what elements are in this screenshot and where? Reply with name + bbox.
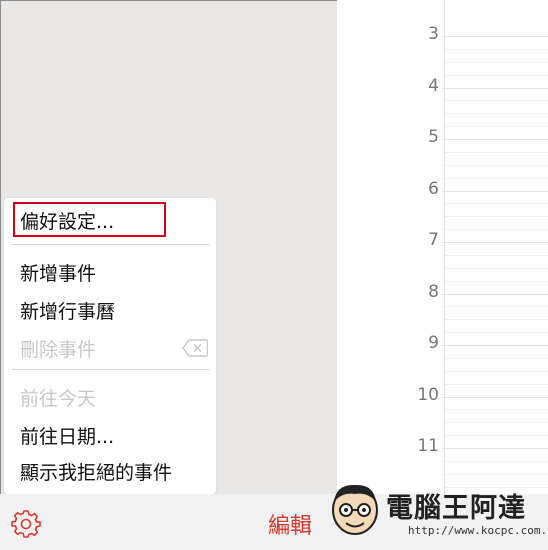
calendar-day-view[interactable]: 3 4 5 6 7 8 9 10 11 (337, 0, 548, 550)
quarter-hour-gridline (445, 164, 548, 166)
quarter-hour-gridline (445, 203, 548, 205)
hour-label: 8 (428, 281, 439, 302)
quarter-hour-gridline (445, 460, 548, 462)
quarter-hour-gridline (445, 254, 548, 256)
quarter-hour-gridline (445, 280, 548, 282)
watermark-url: http://www.kocpc.com.tw (408, 524, 548, 537)
hour-label: 6 (428, 178, 439, 199)
watermark-logo: 電腦王阿達 http://www.kocpc.com.tw (328, 480, 548, 544)
quarter-hour-gridline (445, 435, 548, 437)
quarter-hour-gridline (445, 267, 548, 269)
quarter-hour-gridline (445, 229, 548, 231)
menu-separator (12, 244, 210, 245)
hour-label: 10 (417, 384, 439, 405)
quarter-hour-gridline (445, 370, 548, 372)
hour-label: 11 (417, 436, 439, 456)
hour-label: 7 (428, 230, 439, 250)
quarter-hour-gridline (445, 113, 548, 115)
hour-label: 5 (428, 127, 439, 147)
menu-item-new-calendar[interactable]: 新增行事曆 (20, 297, 115, 324)
edit-button[interactable]: 編輯 (268, 508, 312, 540)
time-gutter-line (444, 0, 445, 550)
quarter-hour-gridline (445, 177, 548, 179)
quarter-hour-gridline (445, 100, 548, 102)
menu-item-delete-event: 刪除事件 (20, 339, 97, 361)
menu-item-go-date[interactable]: 前往日期... (20, 422, 114, 449)
quarter-hour-gridline (445, 383, 548, 385)
menu-item-go-today: 前往今天 (20, 388, 97, 410)
hour-gridline (442, 36, 548, 37)
hour-gridline (442, 293, 548, 295)
hour-gridline (442, 345, 548, 346)
quarter-hour-gridline (445, 319, 548, 321)
menu-item-preferences[interactable]: 偏好設定... (20, 207, 114, 234)
settings-popover-menu: 偏好設定... 新增事件 新增行事曆 刪除事件 前往今天 前往日期... 顯示我… (4, 198, 216, 494)
hour-label: 3 (428, 24, 439, 44)
hour-gridline (442, 448, 548, 449)
hour-label: 4 (428, 75, 439, 96)
quarter-hour-gridline (445, 409, 548, 411)
quarter-hour-gridline (445, 306, 548, 308)
quarter-hour-gridline (445, 357, 548, 359)
menu-item-new-event[interactable]: 新增事件 (20, 259, 96, 286)
watermark-title: 電腦王阿達 (386, 493, 526, 524)
quarter-hour-gridline (445, 126, 548, 128)
quarter-hour-gridline (445, 422, 548, 424)
hour-gridline (442, 87, 548, 89)
quarter-hour-gridline (445, 216, 548, 218)
hour-gridline (442, 190, 548, 192)
quarter-hour-gridline (445, 473, 548, 475)
delete-backspace-icon (182, 339, 208, 357)
hour-gridline (442, 396, 548, 398)
menu-separator (12, 369, 210, 370)
quarter-hour-gridline (445, 48, 548, 50)
hour-gridline (442, 242, 548, 243)
quarter-hour-gridline (445, 151, 548, 153)
quarter-hour-gridline (445, 74, 548, 76)
quarter-hour-gridline (445, 332, 548, 334)
menu-item-show-declined[interactable]: 顯示我拒絕的事件 (20, 458, 172, 485)
gear-icon[interactable] (10, 508, 42, 540)
hour-label: 9 (428, 333, 439, 353)
mascot-face-icon (332, 484, 378, 535)
quarter-hour-gridline (445, 61, 548, 63)
hour-gridline (442, 139, 548, 140)
